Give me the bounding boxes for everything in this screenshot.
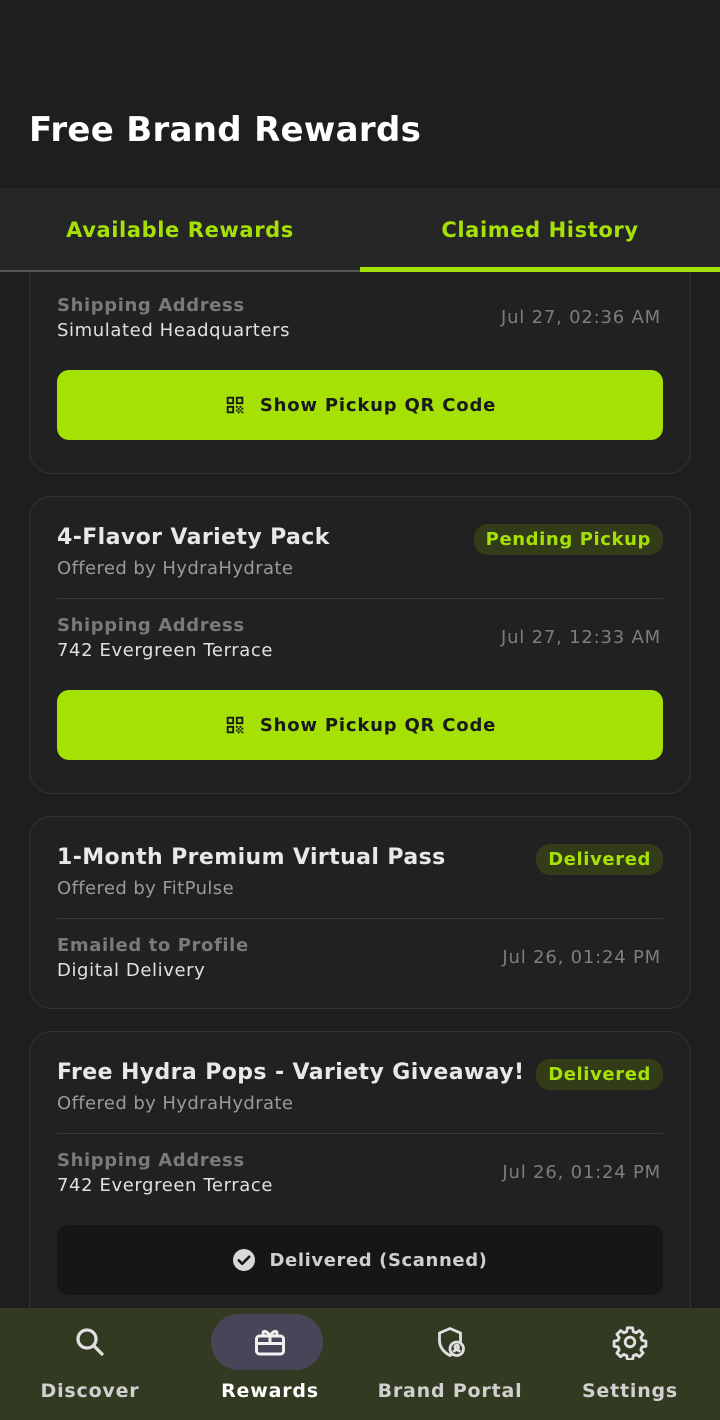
qr-code-icon <box>226 396 244 414</box>
show-qr-button[interactable]: Show Pickup QR Code <box>57 370 663 440</box>
claim-date: Jul 27, 02:36 AM <box>500 307 661 328</box>
claimed-history-list[interactable]: Shipping Address Simulated Headquarters … <box>0 272 720 1308</box>
nav-label: Discover <box>40 1380 140 1402</box>
delivered-scanned-status: Delivered (Scanned) <box>57 1225 663 1295</box>
shipping-info: Shipping Address 742 Evergreen Terrace J… <box>57 615 663 661</box>
claim-card: Free Hydra Pops - Variety Giveaway! Offe… <box>29 1031 691 1308</box>
show-qr-label: Show Pickup QR Code <box>259 714 497 736</box>
gift-icon <box>255 1330 285 1356</box>
nav-brand-portal[interactable]: Brand Portal <box>360 1308 540 1420</box>
offered-by: Offered by HydraHydrate <box>57 558 294 579</box>
card-divider <box>57 918 663 919</box>
check-circle-icon <box>233 1249 256 1271</box>
card-divider <box>57 598 663 599</box>
claim-card: Shipping Address Simulated Headquarters … <box>29 272 691 474</box>
nav-settings[interactable]: Settings <box>540 1308 720 1420</box>
offered-by: Offered by HydraHydrate <box>57 1093 294 1114</box>
claim-card: 4-Flavor Variety Pack Offered by HydraHy… <box>29 496 691 794</box>
show-qr-label: Show Pickup QR Code <box>259 394 497 416</box>
claim-date: Jul 26, 01:24 PM <box>502 947 661 968</box>
nav-label: Settings <box>581 1380 679 1402</box>
card-divider <box>57 1133 663 1134</box>
card-header: Free Hydra Pops - Variety Giveaway! Offe… <box>57 1059 663 1114</box>
tab-label: Claimed History <box>441 218 639 242</box>
status-badge: Delivered <box>536 844 663 875</box>
claim-card: 1-Month Premium Virtual Pass Offered by … <box>29 816 691 1009</box>
claim-date: Jul 26, 01:24 PM <box>502 1162 661 1183</box>
card-header: 4-Flavor Variety Pack Offered by HydraHy… <box>57 524 663 579</box>
delivered-scanned-label: Delivered (Scanned) <box>269 1249 488 1271</box>
show-qr-button[interactable]: Show Pickup QR Code <box>57 690 663 760</box>
delivery-info: Emailed to Profile Digital Delivery Jul … <box>57 935 663 981</box>
status-badge: Delivered <box>536 1059 663 1090</box>
offered-by: Offered by FitPulse <box>57 878 235 899</box>
tab-bar: Available Rewards Claimed History <box>0 188 720 272</box>
page-title: Free Brand Rewards <box>29 110 422 150</box>
shipping-info: Shipping Address Simulated Headquarters … <box>57 295 663 341</box>
status-badge: Pending Pickup <box>473 524 663 555</box>
claim-date: Jul 27, 12:33 AM <box>500 627 661 648</box>
nav-rewards[interactable]: Rewards <box>180 1308 360 1420</box>
bottom-navigation: Discover Rewards Brand Portal Settings <box>0 1308 720 1420</box>
tab-label: Available Rewards <box>66 218 294 242</box>
app-header: Free Brand Rewards <box>0 0 720 188</box>
search-icon <box>76 1328 104 1356</box>
nav-label: Rewards <box>221 1380 319 1402</box>
app-root: Free Brand Rewards Available Rewards Cla… <box>0 0 720 1420</box>
gear-icon <box>612 1326 648 1360</box>
tab-claimed-history[interactable]: Claimed History <box>360 188 720 272</box>
card-header: 1-Month Premium Virtual Pass Offered by … <box>57 844 663 899</box>
tab-available-rewards[interactable]: Available Rewards <box>0 188 360 272</box>
shipping-info: Shipping Address 742 Evergreen Terrace J… <box>57 1150 663 1196</box>
nav-label: Brand Portal <box>377 1380 523 1402</box>
shield-user-icon <box>438 1327 465 1357</box>
nav-discover[interactable]: Discover <box>0 1308 180 1420</box>
qr-code-icon <box>226 716 244 734</box>
